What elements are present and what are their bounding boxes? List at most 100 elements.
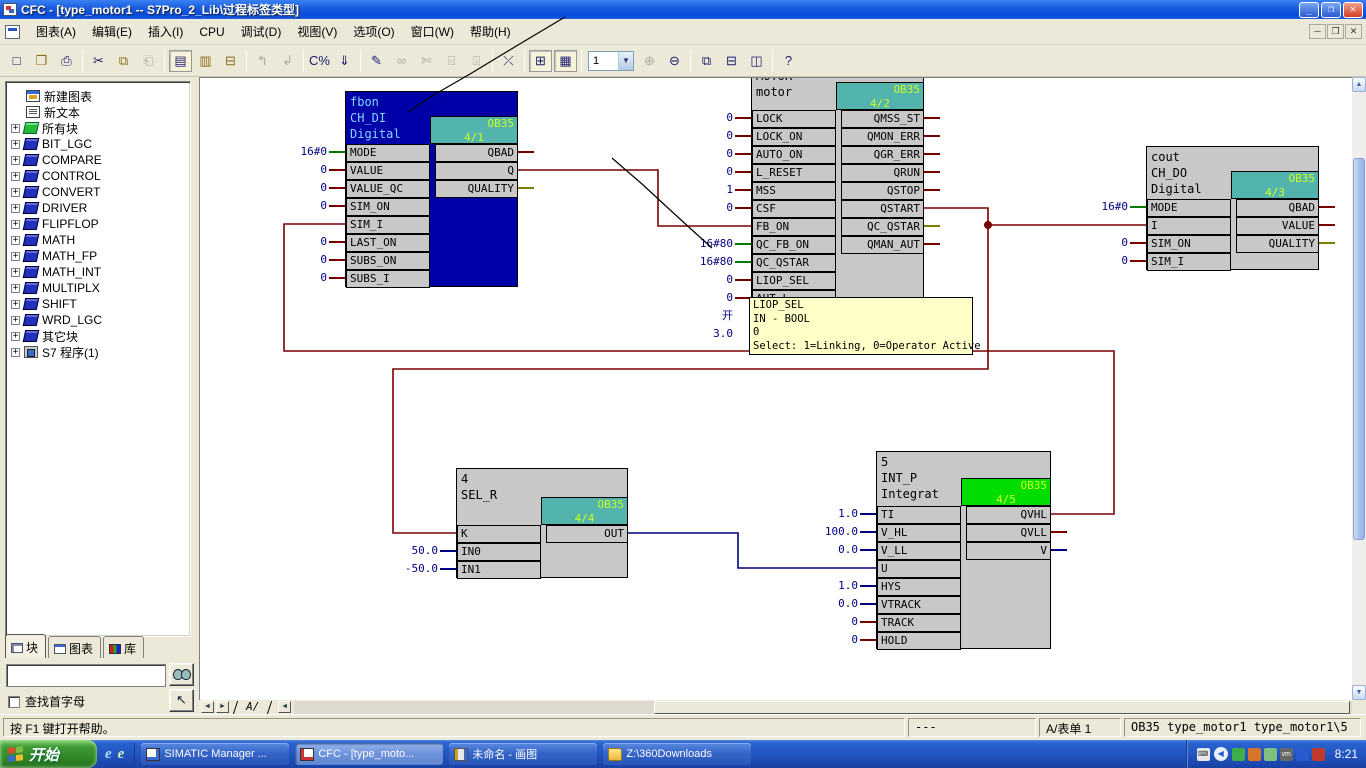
expand-icon[interactable]: + (11, 124, 20, 133)
zoom-in-button[interactable]: ⊕ (638, 50, 661, 72)
output-QSTART[interactable]: QSTART (841, 200, 924, 218)
menu-图表[interactable]: 图表(A) (28, 22, 84, 42)
input-value-hidden[interactable]: 3.0 (679, 327, 733, 341)
input-CSF[interactable]: CSF (752, 200, 836, 218)
taskbar-task-paint[interactable]: 未命名 - 画图 (449, 743, 597, 765)
menu-编辑[interactable]: 编辑(E) (84, 22, 140, 42)
expand-icon[interactable]: + (11, 316, 20, 325)
input-MODE[interactable]: MODE (346, 144, 430, 162)
block-int_p[interactable]: 5INT_PIntegratOB354/5TIV_HLV_LLUHYSVTRAC… (876, 451, 1051, 649)
horizontal-scrollbar[interactable] (294, 701, 1352, 714)
insert-position-button[interactable]: ↖ (169, 689, 194, 712)
menu-调试[interactable]: 调试(D) (233, 22, 290, 42)
minimize-button[interactable]: _ (1299, 2, 1319, 18)
expand-icon[interactable]: + (11, 204, 20, 213)
input-SIM_ON[interactable]: SIM_ON (346, 198, 430, 216)
input-AUTO_ON[interactable]: AUTO_ON (752, 146, 836, 164)
expand-icon[interactable]: + (11, 140, 20, 149)
menu-窗口[interactable]: 窗口(W) (403, 22, 462, 42)
block-sel_r[interactable]: 4SEL_ROB354/4KIN0IN1OUT (456, 468, 628, 578)
input-LAST_ON[interactable]: LAST_ON (346, 234, 430, 252)
input-value-IN1[interactable]: -50.0 (384, 562, 438, 576)
hscroll-left-button[interactable]: ◄ (278, 701, 291, 713)
expand-icon[interactable]: + (11, 348, 20, 357)
input-QC_QSTAR[interactable]: QC_QSTAR (752, 254, 836, 272)
paste-button[interactable]: ⎗ (137, 50, 160, 72)
find-button[interactable] (169, 663, 194, 686)
input-HOLD[interactable]: HOLD (877, 632, 961, 650)
tree-item-新文本[interactable]: 新文本 (6, 104, 190, 120)
search-input[interactable] (6, 664, 166, 687)
input-value-AUTO_ON[interactable]: 0 (679, 147, 733, 161)
tray-sound-icon[interactable] (1312, 748, 1325, 761)
input-value-TI[interactable]: 1.0 (804, 507, 858, 521)
overview-button[interactable]: ▦ (554, 50, 577, 72)
input-SUBS_ON[interactable]: SUBS_ON (346, 252, 430, 270)
input-value-MSS[interactable]: 1 (679, 183, 733, 197)
menu-CPU[interactable]: CPU (191, 22, 232, 42)
tree-item-BIT_LGC[interactable]: +BIT_LGC (6, 136, 190, 152)
scroll-up-button[interactable]: ▲ (1352, 77, 1366, 92)
expand-icon[interactable]: + (11, 156, 20, 165)
input-I[interactable]: I (1147, 217, 1231, 235)
input-SIM_I[interactable]: SIM_I (1147, 253, 1231, 271)
input-MODE[interactable]: MODE (1147, 199, 1231, 217)
input-value-V_LL[interactable]: 0.0 (804, 543, 858, 557)
input-VTRACK[interactable]: VTRACK (877, 596, 961, 614)
expand-icon[interactable]: + (11, 252, 20, 261)
input-value-MODE[interactable]: 16#0 (273, 145, 327, 159)
expand-icon[interactable]: + (11, 268, 20, 277)
output-OUT[interactable]: OUT (546, 525, 628, 543)
zoom-out-button[interactable]: ⊖ (663, 50, 686, 72)
input-SUBS_I[interactable]: SUBS_I (346, 270, 430, 288)
input-value-SUBS_I[interactable]: 0 (273, 271, 327, 285)
input-K[interactable]: K (457, 525, 541, 543)
menu-视图[interactable]: 视图(V) (289, 22, 345, 42)
window-cascade-button[interactable]: ⧉ (695, 50, 718, 72)
input-QC_FB_ON[interactable]: QC_FB_ON (752, 236, 836, 254)
input-value-CSF[interactable]: 0 (679, 201, 733, 215)
output-QMON_ERR[interactable]: QMON_ERR (841, 128, 924, 146)
input-U[interactable]: U (877, 560, 961, 578)
input-SIM_ON[interactable]: SIM_ON (1147, 235, 1231, 253)
input-L_RESET[interactable]: L_RESET (752, 164, 836, 182)
input-value-TRACK[interactable]: 0 (804, 615, 858, 629)
find-initial-letter-checkbox[interactable] (8, 696, 20, 708)
cfc-chart-canvas[interactable]: fbonCH_DIDigitalOB354/1MODEVALUEVALUE_QC… (199, 77, 1352, 700)
show-crossings-button[interactable]: ⤫ (497, 50, 520, 72)
expand-icon[interactable]: + (11, 332, 20, 341)
tree-item-S7-程序(1)[interactable]: +S7 程序(1) (6, 344, 190, 360)
output-QVLL[interactable]: QVLL (966, 524, 1051, 542)
zoom-select-arrow[interactable]: ▼ (618, 52, 633, 70)
output-Q[interactable]: Q (435, 162, 518, 180)
horizontal-scroll-thumb[interactable] (654, 701, 1350, 714)
input-value-SUBS_ON[interactable]: 0 (273, 253, 327, 267)
hide-tray-icons-chevron[interactable]: ◀ (1214, 747, 1228, 761)
input-value-SIM_ON[interactable]: 0 (1074, 236, 1128, 250)
block-cout[interactable]: coutCH_DODigitalOB354/3MODEISIM_ONSIM_IQ… (1146, 146, 1319, 270)
window-tile-v-button[interactable]: ◫ (745, 50, 768, 72)
maximize-button[interactable]: ❐ (1321, 2, 1341, 18)
input-LIOP_SEL[interactable]: LIOP_SEL (752, 272, 836, 290)
input-V_LL[interactable]: V_LL (877, 542, 961, 560)
goto-predecessor-button[interactable]: ↰ (251, 50, 274, 72)
tree-item-MATH_INT[interactable]: +MATH_INT (6, 264, 190, 280)
menu-选项[interactable]: 选项(O) (345, 22, 402, 42)
new-chart-button[interactable]: □ (5, 50, 28, 72)
tree-item-COMPARE[interactable]: +COMPARE (6, 152, 190, 168)
input-FB_ON[interactable]: FB_ON (752, 218, 836, 236)
taskbar-task-simatic[interactable]: SIMATIC Manager ... (141, 743, 289, 765)
input-HYS[interactable]: HYS (877, 578, 961, 596)
input-VALUE[interactable]: VALUE (346, 162, 430, 180)
output-QGR_ERR[interactable]: QGR_ERR (841, 146, 924, 164)
ie-icon[interactable]: e (105, 746, 112, 763)
input-V_HL[interactable]: V_HL (877, 524, 961, 542)
output-QMAN_AUT[interactable]: QMAN_AUT (841, 236, 924, 254)
expand-icon[interactable]: + (11, 236, 20, 245)
scroll-down-button[interactable]: ▼ (1352, 685, 1366, 700)
output-QC_QSTAR[interactable]: QC_QSTAR (841, 218, 924, 236)
block-fbon[interactable]: fbonCH_DIDigitalOB354/1MODEVALUEVALUE_QC… (345, 91, 518, 287)
mdi-close-button[interactable]: ✕ (1345, 24, 1362, 39)
output-QMSS_ST[interactable]: QMSS_ST (841, 110, 924, 128)
run-sequence-button[interactable]: ⊟ (219, 50, 242, 72)
